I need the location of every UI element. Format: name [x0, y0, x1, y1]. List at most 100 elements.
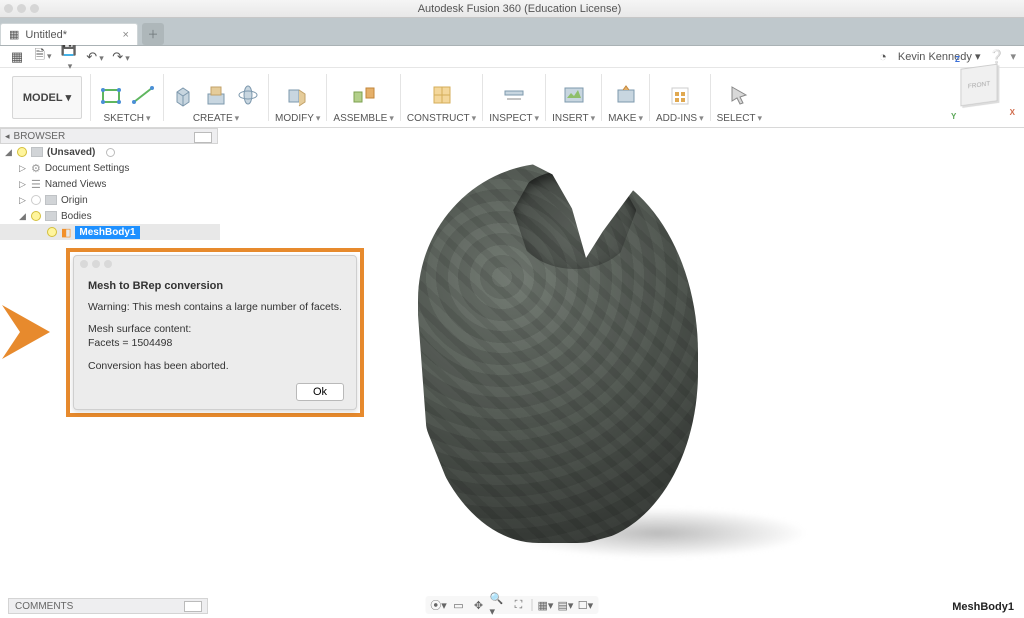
tree-root[interactable]: ◢(Unsaved) — [0, 144, 220, 160]
group-inspect: INSPECT — [485, 70, 543, 125]
mesh-brep-dialog: Mesh to BRep conversion Warning: This me… — [73, 255, 357, 410]
make-label[interactable]: MAKE — [608, 113, 643, 124]
dialog-aborted-line: Conversion has been aborted. — [74, 355, 356, 377]
document-tabstrip: ▦ Untitled* × ＋ — [0, 18, 1024, 46]
create-revolve-icon[interactable] — [234, 81, 262, 109]
view-cube-face[interactable]: FRONT — [960, 64, 997, 107]
modify-icon[interactable] — [284, 81, 312, 109]
tab-untitled[interactable]: ▦ Untitled* × — [0, 23, 138, 45]
group-construct: CONSTRUCT — [403, 70, 480, 125]
tree-named-views[interactable]: ▷Named Views — [0, 176, 220, 192]
assemble-label[interactable]: ASSEMBLE — [333, 113, 393, 124]
browser-title: BROWSER — [14, 131, 66, 142]
construct-icon[interactable] — [428, 81, 456, 109]
dialog-warning-line: Warning: This mesh contains a large numb… — [74, 296, 356, 318]
group-insert: INSERT — [548, 70, 599, 125]
view-cube[interactable]: Z Y X FRONT — [959, 65, 1009, 115]
sketch-label[interactable]: SKETCH — [103, 113, 150, 124]
pan-icon[interactable]: ✥ — [470, 597, 488, 613]
list-icon — [31, 178, 41, 191]
tree-origin[interactable]: ▷Origin — [0, 192, 220, 208]
sketch-line-icon[interactable] — [129, 81, 157, 109]
comments-panel-header[interactable]: COMMENTS — [8, 598, 208, 614]
addins-icon[interactable] — [666, 81, 694, 109]
file-dropdown[interactable]: 🗎 — [34, 46, 52, 68]
tree-doc-settings[interactable]: ▷Document Settings — [0, 160, 220, 176]
lightbulb-icon[interactable] — [31, 211, 41, 221]
select-label[interactable]: SELECT — [717, 113, 762, 124]
gear-icon — [31, 162, 41, 175]
browser-header[interactable]: ◂ BROWSER — [0, 128, 218, 144]
app-title: Autodesk Fusion 360 (Education License) — [15, 3, 1024, 15]
group-addins: ADD-INS — [652, 70, 708, 125]
tab-doc-icon: ▦ — [9, 28, 19, 41]
browser-tree: ◢(Unsaved) ▷Document Settings ▷Named Vie… — [0, 144, 220, 240]
inspect-icon[interactable] — [500, 81, 528, 109]
dialog-traffic-lights[interactable] — [74, 256, 356, 270]
annotation-outline: Mesh to BRep conversion Warning: This me… — [66, 248, 364, 417]
folder-icon — [45, 195, 57, 205]
status-selection: MeshBody1 — [952, 601, 1014, 613]
help-icon[interactable]: ❔ — [988, 49, 1002, 65]
tab-close-icon[interactable]: × — [123, 29, 129, 41]
tree-meshbody1[interactable]: ▷MeshBody1 — [0, 224, 220, 240]
grid-settings-icon[interactable]: ▤▾ — [557, 597, 575, 613]
lightbulb-icon[interactable] — [47, 227, 57, 237]
group-modify: MODIFY — [271, 70, 324, 125]
mac-close-icon[interactable] — [4, 4, 13, 13]
display-settings-icon[interactable]: ▦▾ — [537, 597, 555, 613]
create-label[interactable]: CREATE — [193, 113, 239, 124]
axis-z-label: Z — [955, 55, 960, 64]
insert-label[interactable]: INSERT — [552, 113, 595, 124]
select-icon[interactable] — [725, 81, 753, 109]
fit-icon[interactable]: ⛶ — [510, 597, 528, 613]
assemble-icon[interactable] — [350, 81, 378, 109]
group-create: CREATE — [166, 70, 266, 125]
zoom-icon[interactable]: 🔍▾ — [490, 597, 508, 613]
create-box-icon[interactable] — [170, 81, 198, 109]
user-name[interactable]: Kevin Kennedy ▾ — [898, 50, 981, 63]
group-select: SELECT — [713, 70, 766, 125]
folder-icon — [31, 147, 43, 157]
new-tab-button[interactable]: ＋ — [142, 23, 164, 45]
ribbon: MODEL ▾ SKETCH CREATE MODIFY ASSEMBLE CO… — [0, 68, 1024, 128]
addins-label[interactable]: ADD-INS — [656, 113, 704, 124]
job-status-icon[interactable]: ◔ — [876, 49, 890, 64]
group-assemble: ASSEMBLE — [329, 70, 397, 125]
create-extrude-icon[interactable] — [202, 81, 230, 109]
lightbulb-icon[interactable] — [31, 195, 41, 205]
workspace-switcher[interactable]: MODEL ▾ — [12, 76, 82, 119]
window-titlebar: Autodesk Fusion 360 (Education License) — [0, 0, 1024, 18]
dialog-facets-line: Facets = 1504498 — [74, 336, 356, 354]
mesh-model-display[interactable] — [418, 163, 698, 543]
axis-y-label: Y — [951, 112, 956, 121]
look-at-icon[interactable]: ▭ — [450, 597, 468, 613]
tab-title: Untitled* — [25, 29, 67, 41]
lightbulb-icon[interactable] — [17, 147, 27, 157]
mesh-icon — [61, 226, 71, 239]
group-make: MAKE — [604, 70, 647, 125]
dialog-title: Mesh to BRep conversion — [74, 270, 356, 296]
save-dropdown[interactable]: 💾 — [60, 41, 78, 72]
annotation-arrow-icon — [2, 300, 68, 370]
dialog-surface-label: Mesh surface content: — [74, 318, 356, 336]
inspect-label[interactable]: INSPECT — [489, 113, 539, 124]
ok-button[interactable]: Ok — [296, 383, 344, 401]
construct-label[interactable]: CONSTRUCT — [407, 113, 476, 124]
redo-button[interactable]: ↷ — [112, 49, 130, 65]
make-icon[interactable] — [612, 81, 640, 109]
tree-bodies[interactable]: ◢Bodies — [0, 208, 220, 224]
activate-icon[interactable] — [106, 148, 115, 157]
sketch-rect-icon[interactable] — [97, 81, 125, 109]
folder-icon — [45, 211, 57, 221]
orbit-icon[interactable]: ⦿▾ — [430, 597, 448, 613]
modify-label[interactable]: MODIFY — [275, 113, 320, 124]
axis-x-label: X — [1010, 108, 1015, 117]
viewport-layout-icon[interactable]: ☐▾ — [577, 597, 595, 613]
navigation-toolbar: ⦿▾ ▭ ✥ 🔍▾ ⛶ ▦▾ ▤▾ ☐▾ — [426, 596, 599, 614]
group-sketch: SKETCH — [93, 70, 161, 125]
insert-icon[interactable] — [560, 81, 588, 109]
data-panel-icon[interactable]: ▦ — [8, 49, 26, 65]
undo-button[interactable]: ↶ — [86, 49, 104, 65]
quick-access-toolbar: ▦ 🗎 💾 ↶ ↷ ◔ Kevin Kennedy ▾ ❔▾ — [0, 46, 1024, 68]
